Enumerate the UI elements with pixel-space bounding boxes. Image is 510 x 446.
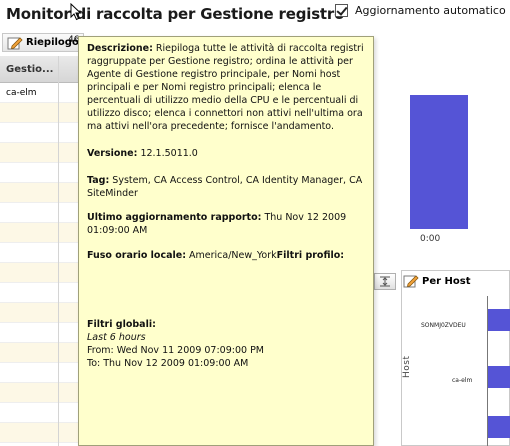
table-row xyxy=(0,263,79,283)
table-row xyxy=(0,123,79,143)
global-filters-label: Filtri globali: xyxy=(87,319,156,330)
tooltip-global-filters: Filtri globali: Last 6 hours From: Wed N… xyxy=(87,318,365,370)
tab-per-host-label: Per Host xyxy=(422,275,471,287)
host-bar[interactable] xyxy=(488,309,510,331)
description-label: Descrizione: xyxy=(87,43,153,54)
tooltip-last-update: Ultimo aggiornamento rapporto: Thu Nov 1… xyxy=(87,211,365,237)
tooltip-version: Versione: 12.1.5011.0 xyxy=(87,147,365,160)
tooltip-tags: Tag: System, CA Access Control, CA Ident… xyxy=(87,174,365,200)
host-bar[interactable] xyxy=(488,416,510,438)
tab-per-host[interactable]: Per Host xyxy=(401,271,471,291)
host-category-label: SONMJ0ZVDEU xyxy=(421,322,466,329)
to-label: To: xyxy=(87,358,101,369)
expand-button[interactable] xyxy=(374,273,396,290)
table-row xyxy=(0,163,79,183)
table-row xyxy=(0,243,79,263)
grid-column-header[interactable]: Gestio... xyxy=(0,56,79,83)
tags-text: System, CA Access Control, CA Identity M… xyxy=(87,175,363,199)
tooltip-description: Descrizione: Riepiloga tutte le attività… xyxy=(87,42,365,133)
table-row xyxy=(0,303,79,323)
table-row xyxy=(0,363,79,383)
timezone-label: Fuso orario locale: xyxy=(87,250,186,261)
report-tooltip: Descrizione: Riepiloga tutte le attività… xyxy=(78,36,374,446)
version-text: 12.1.5011.0 xyxy=(140,148,198,159)
table-row xyxy=(0,223,79,243)
table-row xyxy=(0,283,79,303)
table-row xyxy=(0,343,79,363)
host-axis-label: Host xyxy=(402,355,412,379)
table-row xyxy=(0,403,79,423)
tooltip-timezone: Fuso orario locale: America/New_YorkFilt… xyxy=(87,249,365,262)
range-text: Last 6 hours xyxy=(87,332,146,343)
table-row xyxy=(0,143,79,163)
table-row xyxy=(0,383,79,403)
table-row xyxy=(0,203,79,223)
grid-cell-name: ca-elm xyxy=(6,87,37,98)
chart-bar[interactable] xyxy=(410,95,468,229)
auto-refresh-toggle[interactable]: Aggiornamento automatico xyxy=(335,4,506,17)
pencil-icon xyxy=(403,275,419,288)
last-update-label: Ultimo aggiornamento rapporto: xyxy=(87,212,262,223)
tags-label: Tag: xyxy=(87,175,110,186)
host-category-label: ca-elm xyxy=(452,377,473,384)
host-bar[interactable] xyxy=(488,366,510,388)
grid-column-divider xyxy=(58,56,59,446)
log-manager-grid: Gestio... ca-elm xyxy=(0,56,80,446)
pencil-icon xyxy=(7,36,23,49)
version-label: Versione: xyxy=(87,148,138,159)
description-text: Riepiloga tutte le attività di raccolta … xyxy=(87,43,364,132)
page-title: Monitor di raccolta per Gestione registr… xyxy=(6,5,345,23)
table-row[interactable]: ca-elm xyxy=(0,83,79,103)
table-row xyxy=(0,183,79,203)
profile-filters-label: Filtri profilo: xyxy=(276,250,345,261)
from-label: From: xyxy=(87,345,114,356)
mouse-cursor-icon xyxy=(70,3,82,21)
auto-refresh-checkbox[interactable] xyxy=(335,4,348,17)
chart-x-tick: 0:00 xyxy=(420,234,441,244)
timezone-text: America/New_York xyxy=(189,250,277,261)
table-row xyxy=(0,103,79,123)
table-row xyxy=(0,423,79,443)
table-row xyxy=(0,323,79,343)
auto-refresh-label: Aggiornamento automatico xyxy=(355,4,506,17)
expand-vertical-icon xyxy=(380,276,390,287)
to-text: Thu Nov 12 2009 01:09:00 AM xyxy=(103,358,249,369)
from-text: Wed Nov 11 2009 07:09:00 PM xyxy=(116,345,264,356)
